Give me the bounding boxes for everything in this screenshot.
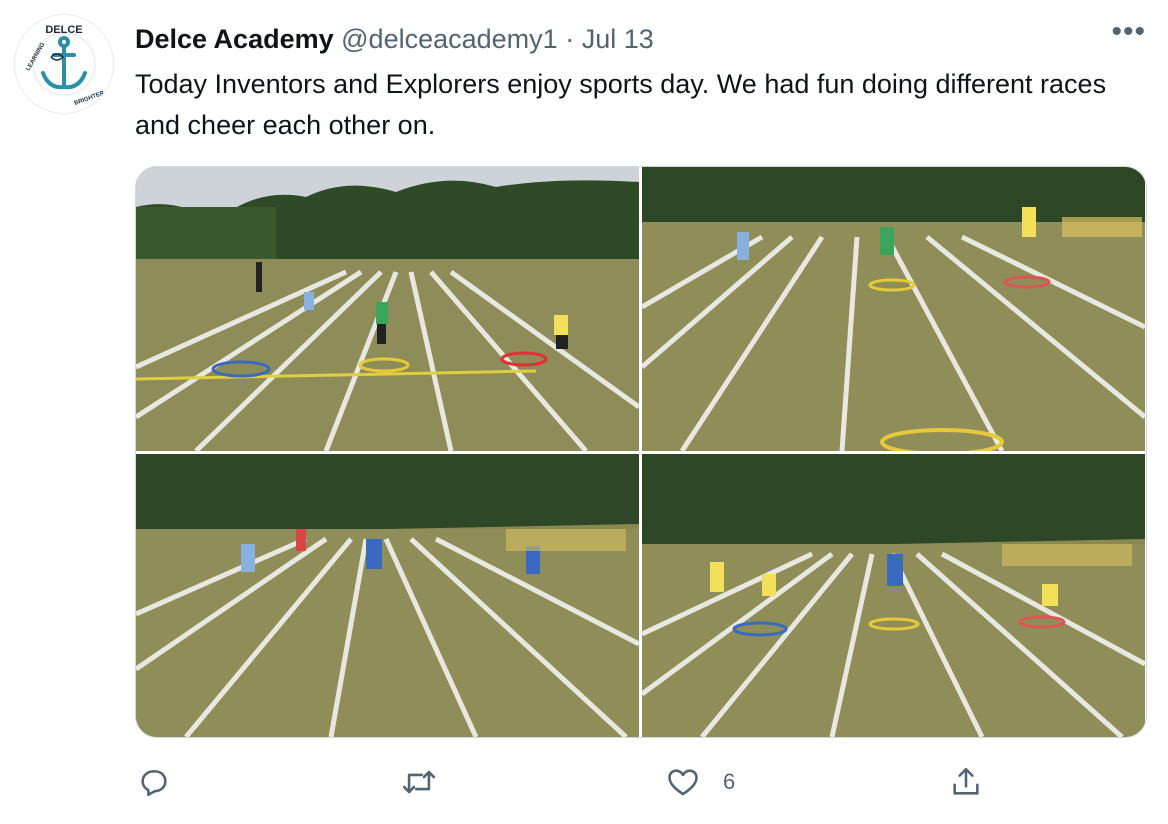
author-handle[interactable]: @delceacademy1 — [341, 24, 558, 54]
svg-text:DELCE: DELCE — [45, 24, 82, 36]
sports-field-photo-2 — [642, 167, 1145, 451]
more-options-icon[interactable]: ••• — [1111, 17, 1146, 47]
tweet-header: Delce Academy @delceacademy1 · Jul 13 — [135, 22, 654, 56]
avatar[interactable]: DELCE LEARNING BRIGHTER — [14, 14, 114, 114]
photo-2[interactable] — [642, 167, 1145, 451]
heart-icon — [668, 769, 698, 796]
author-name[interactable]: Delce Academy — [135, 24, 334, 54]
media-grid — [135, 166, 1147, 738]
sports-field-photo-3 — [136, 454, 639, 737]
like-button[interactable]: 6 — [665, 760, 735, 804]
delce-anchor-logo: DELCE LEARNING BRIGHTER — [16, 16, 112, 112]
share-icon — [953, 767, 979, 795]
sports-field-photo-1 — [136, 167, 639, 451]
retweet-icon — [402, 770, 436, 794]
tweet-actions: 6 — [135, 760, 1145, 804]
tweet-text: Today Inventors and Explorers enjoy spor… — [135, 69, 1107, 140]
photo-1[interactable] — [136, 167, 639, 451]
separator-dot: · — [565, 24, 575, 54]
share-button[interactable] — [949, 760, 983, 804]
sports-field-photo-4 — [642, 454, 1145, 737]
reply-button[interactable] — [137, 760, 171, 804]
tweet-date[interactable]: Jul 13 — [582, 24, 654, 54]
reply-icon — [141, 770, 167, 797]
photo-4[interactable] — [642, 454, 1145, 737]
like-count: 6 — [723, 769, 736, 794]
retweet-button[interactable] — [400, 760, 438, 804]
photo-3[interactable] — [136, 454, 639, 737]
